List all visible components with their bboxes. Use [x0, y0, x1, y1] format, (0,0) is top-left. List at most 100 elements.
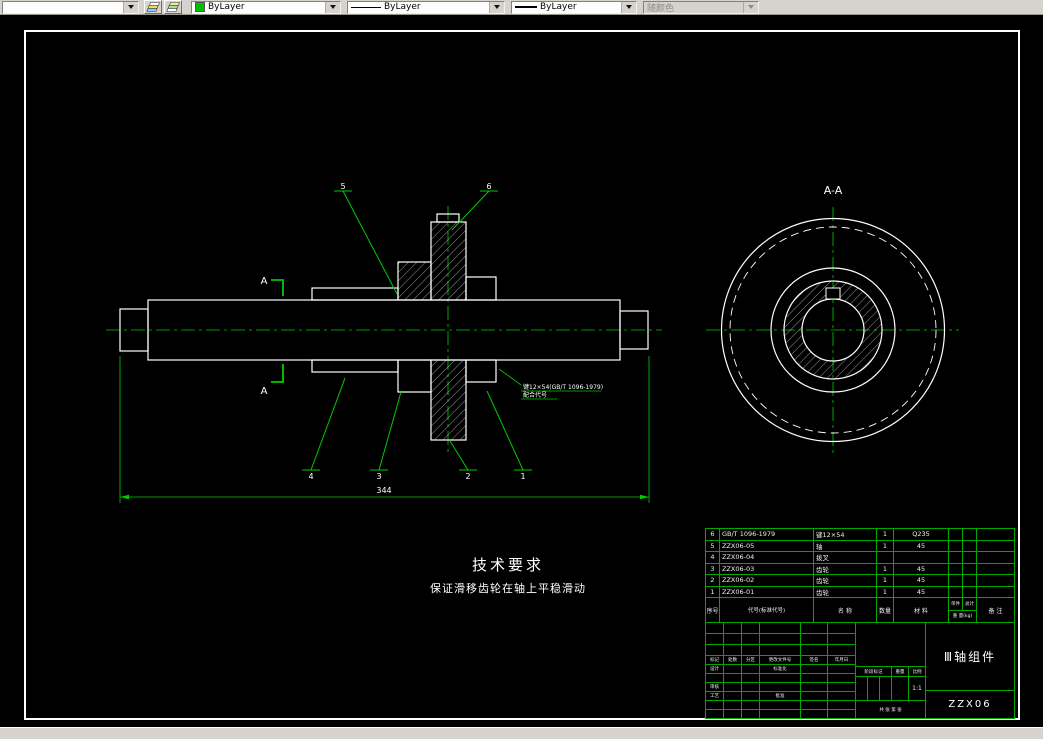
parts-cell [963, 563, 977, 575]
parts-cell: 1 [877, 529, 894, 541]
scale-label: 比例 [909, 667, 926, 677]
standard-label: 标准化 [760, 665, 801, 674]
leader-note-line2: 配合代号 [523, 391, 547, 399]
parts-cell [977, 552, 1015, 564]
parts-cell: ZZX06-05 [720, 540, 814, 552]
parts-list-table: 6 GB/T 1096-1979 键12×54 1 Q235 5 ZZX06-0… [705, 528, 1015, 623]
make-object-layer-current-button[interactable] [144, 0, 162, 14]
linetype-sample-icon [351, 6, 381, 8]
revision-header: 处数 [724, 656, 742, 665]
drawing-number: ZZX06 [926, 691, 1015, 719]
linetype-dropdown[interactable]: ByLayer [347, 0, 505, 14]
layer-dropdown-arrow-icon[interactable] [123, 1, 138, 13]
weight-label: 重量 [892, 667, 909, 677]
callouts [302, 190, 532, 471]
plotstyle-dropdown: 随颜色 [643, 0, 759, 14]
parts-cell [963, 586, 977, 598]
parts-cell: ZZX06-02 [720, 575, 814, 587]
sleeve-top [311, 287, 399, 301]
section-mark-a-bottom: A [261, 386, 268, 397]
title-block: 标记 处数 分区 更改文件号 签名 年月日 设计 标准化 审核 工艺 批准 阶段… [705, 622, 1015, 719]
callout-2: 2 [465, 472, 470, 481]
parts-cell [894, 552, 949, 564]
object-properties-toolbar: ByLayer ByLayer ByLayer 随颜色 [0, 0, 1043, 15]
parts-header-weight-total: 总计 [965, 601, 974, 607]
section-view-a-a: A-A [706, 184, 959, 456]
layer-stack-icon [166, 1, 180, 12]
callout-6: 6 [486, 182, 491, 191]
color-dropdown-value: ByLayer [208, 2, 245, 12]
plotstyle-dropdown-value: 随颜色 [647, 3, 675, 13]
plotstyle-dropdown-arrow-icon [743, 1, 758, 13]
parts-cell: 45 [894, 586, 949, 598]
audit-label: 审核 [706, 683, 724, 692]
parts-cell: 1 [877, 540, 894, 552]
parts-cell: 3 [706, 563, 720, 575]
parts-cell [977, 540, 1015, 552]
dimension-344: 344 [119, 356, 650, 503]
stage-label: 阶段标记 [856, 667, 892, 677]
main-view-shaft-assembly [106, 206, 662, 452]
linetype-dropdown-value: ByLayer [384, 2, 421, 12]
parts-cell: 45 [894, 563, 949, 575]
parts-header-no: 序号 [706, 598, 720, 623]
color-dropdown-arrow-icon[interactable] [325, 1, 340, 13]
parts-cell [963, 529, 977, 541]
leader-note-line1: 键12×54(GB/T 1096-1979) [523, 383, 603, 391]
parts-cell: 2 [706, 575, 720, 587]
linetype-dropdown-arrow-icon[interactable] [489, 1, 504, 13]
revision-header: 签名 [801, 656, 828, 665]
parts-cell: 轴 [814, 540, 877, 552]
approve-label: 批准 [760, 692, 801, 701]
parts-cell: ZZX06-03 [720, 563, 814, 575]
parts-cell [949, 529, 963, 541]
parts-cell [963, 575, 977, 587]
layer-dropdown-value [3, 2, 123, 13]
layers-icon [146, 1, 160, 12]
parts-cell [877, 552, 894, 564]
tech-req-body: 保证滑移齿轮在轴上平稳滑动 [430, 581, 586, 595]
color-dropdown[interactable]: ByLayer [191, 0, 341, 14]
lineweight-dropdown[interactable]: ByLayer [511, 0, 637, 14]
cad-application-window: ByLayer ByLayer ByLayer 随颜色 A A 5 6 4 3 … [0, 0, 1043, 739]
hub-right-top [465, 276, 497, 301]
revision-header: 标记 [706, 656, 724, 665]
parts-cell: 1 [877, 575, 894, 587]
gear-rim-top [430, 221, 467, 301]
parts-cell: ZZX06-01 [720, 586, 814, 598]
title-block-revision-area: 标记 处数 分区 更改文件号 签名 年月日 设计 标准化 审核 工艺 批准 [706, 623, 856, 719]
parts-cell [949, 575, 963, 587]
layer-properties-button[interactable] [164, 0, 182, 14]
parts-header-name: 名 称 [814, 598, 877, 623]
section-cut-marks: A A [261, 276, 284, 397]
parts-header-weight-each: 单件 [949, 598, 963, 610]
parts-cell: ZZX06-04 [720, 552, 814, 564]
parts-cell: 6 [706, 529, 720, 541]
hub-left-top [397, 261, 432, 301]
section-mark-a-top: A [261, 276, 268, 287]
parts-cell [949, 540, 963, 552]
parts-header-weight: 单件 总计 重 量(kg) [949, 598, 977, 623]
parts-cell: GB/T 1096-1979 [720, 529, 814, 541]
callout-1: 1 [520, 472, 525, 481]
layer-dropdown[interactable] [2, 0, 139, 14]
model-space-canvas[interactable]: A A 5 6 4 3 2 1 344 键12×54(GB/T 1096-197… [0, 15, 1043, 728]
parts-cell: Q235 [894, 529, 949, 541]
callout-3: 3 [376, 472, 381, 481]
hub-left-bottom [397, 359, 432, 393]
lineweight-dropdown-value: ByLayer [540, 2, 577, 12]
parts-cell [977, 586, 1015, 598]
tech-requirements: 技术要求 保证滑移齿轮在轴上平稳滑动 [430, 556, 586, 595]
parts-cell [977, 529, 1015, 541]
process-label: 工艺 [706, 692, 724, 701]
parts-cell: 齿轮 [814, 563, 877, 575]
parts-cell: 4 [706, 552, 720, 564]
parts-cell [963, 540, 977, 552]
parts-cell: 拨叉 [814, 552, 877, 564]
lineweight-sample-icon [515, 6, 537, 8]
sleeve-bottom [311, 359, 399, 373]
revision-header: 分区 [742, 656, 760, 665]
parts-cell: 1 [877, 586, 894, 598]
parts-cell: 1 [877, 563, 894, 575]
lineweight-dropdown-arrow-icon[interactable] [621, 1, 636, 13]
